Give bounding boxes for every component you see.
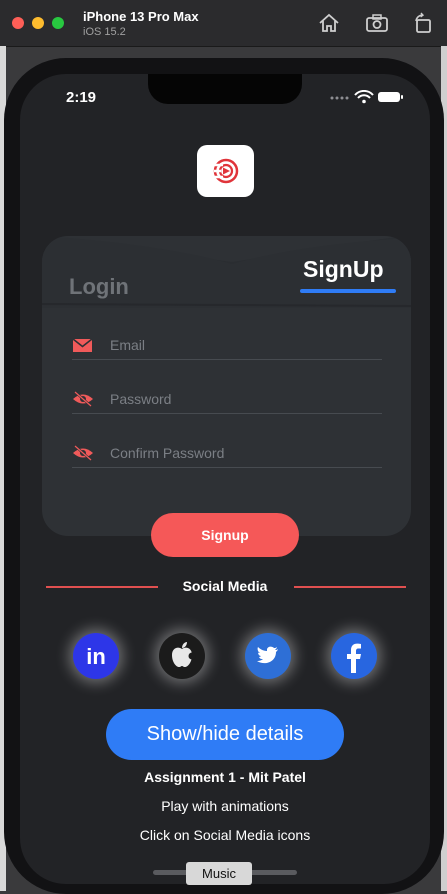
active-tab-indicator (300, 289, 396, 293)
facebook-glyph (347, 643, 361, 673)
battery-icon (378, 92, 403, 102)
close-window-button[interactable] (12, 17, 24, 29)
social-divider-left (46, 586, 158, 588)
details-line-social: Click on Social Media icons (139, 827, 311, 843)
password-field (72, 387, 382, 414)
assignment-title: Assignment 1 - Mit Patel (144, 769, 306, 785)
facebook-icon[interactable] (331, 633, 377, 679)
app-logo-icon (213, 158, 239, 184)
twitter-icon[interactable] (245, 633, 291, 679)
os-version: iOS 15.2 (83, 26, 126, 38)
apple-glyph (172, 642, 196, 667)
status-icons (330, 90, 403, 104)
eye-off-icon[interactable] (72, 391, 94, 407)
tab-login[interactable]: Login (69, 274, 129, 300)
screenshot-icon[interactable] (365, 12, 389, 34)
home-icon[interactable] (317, 12, 341, 34)
twitter-glyph (257, 646, 278, 664)
signal-icon (330, 96, 349, 100)
apple-icon[interactable] (159, 633, 205, 679)
rotate-icon[interactable] (411, 12, 435, 34)
minimize-window-button[interactable] (32, 17, 44, 29)
simulator-title-bar: iPhone 13 Pro Max iOS 15.2 (0, 0, 447, 47)
password-input[interactable] (110, 387, 370, 411)
device-name: iPhone 13 Pro Max (83, 9, 199, 24)
phone-screen: 2:19 Login SignUp Email Signup Social Me… (20, 74, 430, 884)
notch (148, 74, 302, 104)
confirm-password-input[interactable] (110, 441, 370, 465)
svg-text:in: in (86, 644, 106, 669)
social-divider-right (294, 586, 406, 588)
linkedin-glyph: in (86, 644, 106, 669)
wifi-icon (354, 90, 374, 104)
app-logo (197, 145, 254, 197)
details-line-animations: Play with animations (161, 798, 289, 814)
show-hide-details-button[interactable]: Show/hide details (106, 709, 344, 760)
email-input[interactable] (110, 333, 370, 357)
music-tooltip: Music (186, 862, 252, 885)
confirm-password-field (72, 441, 382, 468)
email-field (72, 333, 382, 360)
zoom-window-button[interactable] (52, 17, 64, 29)
signup-button[interactable]: Signup (151, 513, 299, 557)
mail-icon (72, 338, 93, 352)
tab-signup[interactable]: SignUp (303, 256, 384, 283)
eye-off-icon[interactable] (72, 445, 94, 461)
auth-card: Login SignUp (42, 236, 411, 536)
linkedin-icon[interactable]: in (73, 633, 119, 679)
status-time: 2:19 (66, 89, 97, 106)
social-media-title: Social Media (182, 578, 268, 594)
